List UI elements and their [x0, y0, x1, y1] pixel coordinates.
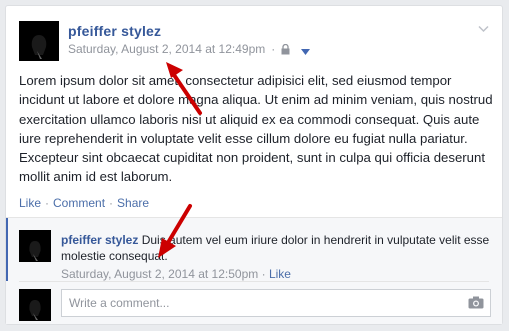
caret-down-icon[interactable]: [300, 45, 311, 55]
post-meta: Saturday, August 2, 2014 at 12:49pm ·: [68, 42, 311, 56]
current-user-avatar: [19, 289, 51, 321]
comment-body: pfeiffer stylez Duis autem vel eum iriur…: [61, 232, 491, 264]
meta-separator: ·: [271, 42, 276, 56]
post-actions: Like · Comment · Share: [19, 196, 149, 210]
action-separator: ·: [45, 196, 50, 210]
post-timestamp[interactable]: Saturday, August 2, 2014 at 12:49pm: [68, 42, 265, 56]
comment-input[interactable]: [61, 289, 491, 317]
comment-link[interactable]: Comment: [53, 196, 105, 210]
lock-icon[interactable]: [281, 43, 290, 55]
comment-meta-separator: ·: [261, 267, 266, 281]
post-card: pfeiffer stylez Saturday, August 2, 2014…: [5, 5, 503, 325]
comment-meta: Saturday, August 2, 2014 at 12:50pm · Li…: [61, 267, 291, 281]
camera-icon[interactable]: [468, 296, 484, 309]
new-comment-indicator: [6, 218, 8, 281]
comments-section: pfeiffer stylez Duis autem vel eum iriur…: [6, 217, 502, 324]
share-link[interactable]: Share: [117, 196, 149, 210]
author-avatar[interactable]: [19, 21, 59, 61]
comment-timestamp[interactable]: Saturday, August 2, 2014 at 12:50pm: [61, 267, 258, 281]
comment-author-avatar[interactable]: [19, 230, 51, 262]
divider: [19, 281, 489, 282]
action-separator: ·: [109, 196, 114, 210]
like-link[interactable]: Like: [19, 196, 41, 210]
post-author-name[interactable]: pfeiffer stylez: [68, 23, 161, 39]
post-text: Lorem ipsum dolor sit amet, consectetur …: [19, 73, 493, 185]
comment-like-link[interactable]: Like: [269, 267, 291, 281]
chevron-down-icon[interactable]: [478, 20, 489, 33]
comment-author-name[interactable]: pfeiffer stylez: [61, 233, 138, 247]
